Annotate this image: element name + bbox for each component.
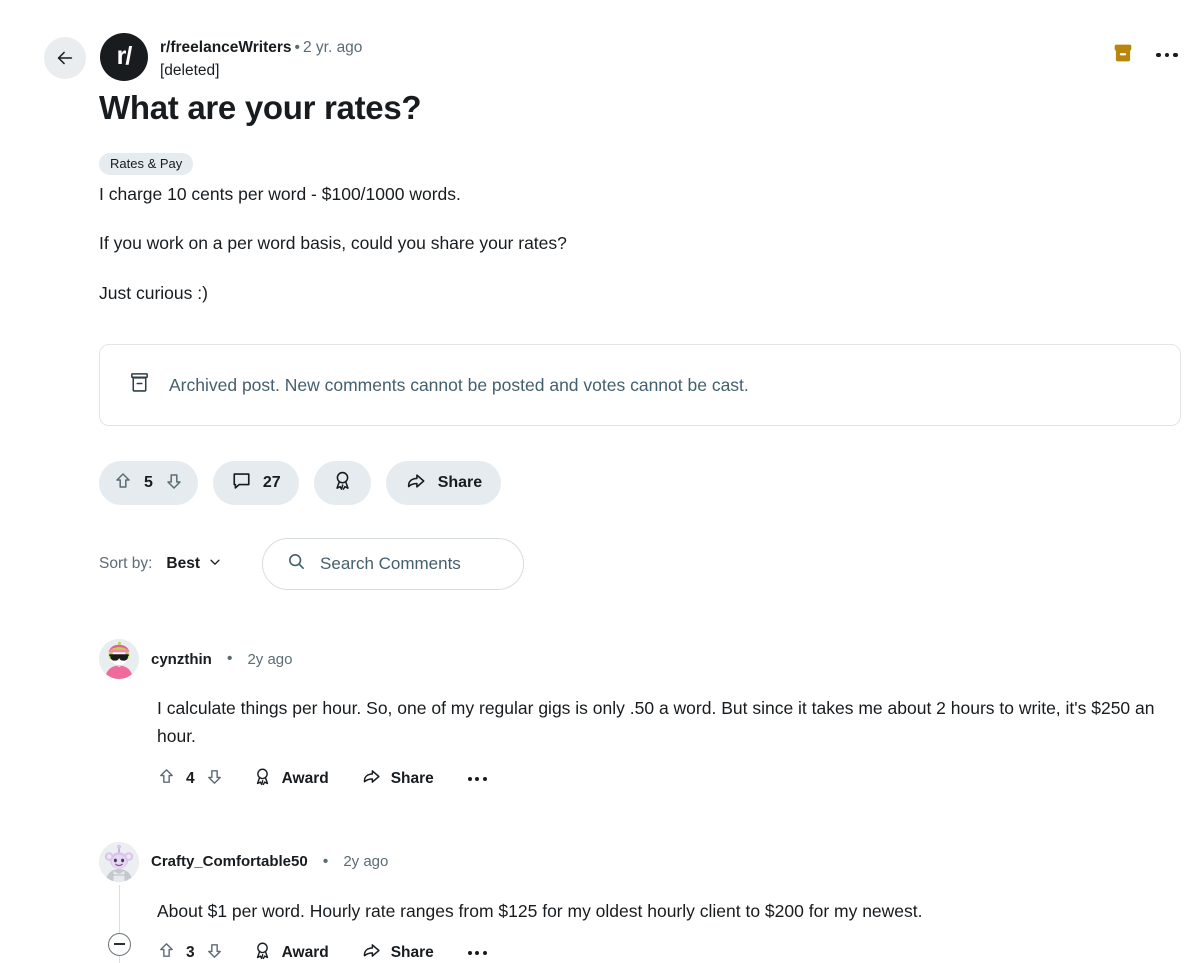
share-arrow-icon xyxy=(361,940,382,963)
sort-by-label: Sort by: xyxy=(99,555,153,572)
award-button[interactable] xyxy=(313,461,371,505)
comment-count: 27 xyxy=(262,474,281,491)
comment-award-button[interactable]: Award xyxy=(252,940,329,963)
snoo-avatar-green-hair xyxy=(99,639,139,679)
post-body: I charge 10 cents per word - $100/1000 w… xyxy=(99,181,1159,306)
search-icon xyxy=(287,552,306,576)
comment-author[interactable]: Crafty_Comfortable50 xyxy=(151,853,308,870)
reddit-post-page: r/ r/freelanceWriters • 2 yr. ago [deleted… xyxy=(0,0,1200,963)
comment-share-label: Share xyxy=(390,769,434,787)
comment-author[interactable]: cynzthin xyxy=(151,651,212,668)
share-label: Share xyxy=(437,474,483,491)
upvote-button[interactable] xyxy=(157,941,176,963)
upvote-arrow-icon xyxy=(157,943,176,963)
comment-award-label: Award xyxy=(281,944,329,962)
subreddit-avatar[interactable]: r/ xyxy=(100,33,148,81)
comment-body: I calculate things per hour. So, one of … xyxy=(157,698,1155,747)
collapse-minus-icon xyxy=(114,943,125,945)
post-timestamp: 2 yr. ago xyxy=(302,39,363,56)
comment-vote-group: 4 xyxy=(157,767,224,791)
post-header: r/ r/freelanceWriters • 2 yr. ago [deleted… xyxy=(44,32,1180,88)
avatar[interactable] xyxy=(99,639,139,679)
comment-timestamp: 2y ago xyxy=(247,650,293,668)
comment-meta-separator: • xyxy=(322,852,329,870)
comment-share-button[interactable]: Share xyxy=(361,940,434,963)
share-button[interactable]: Share xyxy=(385,461,502,505)
more-options-icon xyxy=(1156,52,1178,58)
comment-more-options-button[interactable] xyxy=(467,776,487,781)
back-button[interactable] xyxy=(44,37,86,79)
comment-item: cynzthin • 2y ago I calculate things per… xyxy=(99,636,1181,801)
search-comments-placeholder: Search Comments xyxy=(320,554,461,573)
sort-by-dropdown[interactable]: Best xyxy=(166,555,222,574)
comment-action-bar: 4 Award Share xyxy=(157,757,1181,801)
post-flair-tag[interactable]: Rates & Pay xyxy=(99,153,194,175)
archive-box-icon xyxy=(128,371,151,399)
comments-list: cynzthin • 2y ago I calculate things per… xyxy=(99,636,1181,963)
post-vote-group: 5 xyxy=(99,461,198,505)
comment-action-bar: 3 Award Share xyxy=(157,931,1181,963)
downvote-arrow-icon xyxy=(205,944,224,963)
post-paragraph: If you work on a per word basis, could y… xyxy=(99,233,567,254)
comment-vote-group: 3 xyxy=(157,941,224,963)
subreddit-link[interactable]: r/freelanceWriters xyxy=(160,39,292,56)
share-arrow-icon xyxy=(405,470,427,497)
comments-button[interactable]: 27 xyxy=(212,461,299,505)
comment-award-button[interactable]: Award xyxy=(252,766,329,792)
upvote-button[interactable] xyxy=(157,767,176,791)
comment-score: 3 xyxy=(186,944,195,962)
meta-separator: • xyxy=(294,39,300,56)
downvote-arrow-icon xyxy=(164,471,184,496)
downvote-button[interactable] xyxy=(205,767,224,791)
comment-header: Crafty_Comfortable50 • 2y ago xyxy=(99,839,1181,885)
comment-sort-bar: Sort by: Best Search Comments xyxy=(99,538,525,590)
comment-item: Crafty_Comfortable50 • 2y ago About $1 p… xyxy=(99,839,1181,963)
subreddit-avatar-label: r/ xyxy=(116,41,133,70)
comment-header: cynzthin • 2y ago xyxy=(99,636,1181,682)
comment-more-options-button[interactable] xyxy=(467,951,487,956)
post-score: 5 xyxy=(144,474,153,491)
chevron-down-icon xyxy=(208,555,222,574)
search-comments-field[interactable]: Search Comments xyxy=(262,538,525,590)
archived-post-notice: Archived post. New comments cannot be po… xyxy=(99,344,1181,426)
header-actions xyxy=(1110,42,1180,68)
post-author: [deleted] xyxy=(160,62,220,80)
share-arrow-icon xyxy=(361,766,382,792)
more-options-icon xyxy=(467,951,487,956)
award-medal-icon xyxy=(252,766,273,792)
downvote-button[interactable] xyxy=(205,941,224,963)
archive-box-icon xyxy=(1113,43,1133,68)
comment-score: 4 xyxy=(186,769,195,787)
post-title: What are your rates? xyxy=(99,89,422,126)
upvote-button[interactable] xyxy=(113,471,133,496)
post-paragraph: Just curious :) xyxy=(99,282,208,303)
upvote-arrow-icon xyxy=(113,471,133,496)
award-medal-icon xyxy=(252,940,273,963)
comment-share-button[interactable]: Share xyxy=(361,766,434,792)
more-options-icon xyxy=(467,776,487,781)
award-medal-icon xyxy=(331,469,354,497)
comment-body: About $1 per word. Hourly rate ranges fr… xyxy=(157,900,923,921)
avatar[interactable] xyxy=(99,841,139,882)
downvote-button[interactable] xyxy=(164,471,184,496)
comment-timestamp: 2y ago xyxy=(343,853,389,871)
archive-indicator-button[interactable] xyxy=(1110,42,1136,68)
post-paragraph: I charge 10 cents per word - $100/1000 w… xyxy=(99,184,461,204)
comment-collapse-button[interactable] xyxy=(108,932,131,956)
sort-by-value: Best xyxy=(166,555,201,572)
archived-post-text: Archived post. New comments cannot be po… xyxy=(169,374,749,395)
upvote-arrow-icon xyxy=(157,768,176,790)
comment-meta-separator: • xyxy=(226,650,233,667)
comment-bubble-icon xyxy=(231,470,252,496)
post-meta: r/freelanceWriters • 2 yr. ago [deleted] xyxy=(160,37,362,82)
downvote-arrow-icon xyxy=(205,769,224,790)
comment-share-label: Share xyxy=(390,944,434,962)
post-more-options-button[interactable] xyxy=(1154,42,1180,68)
post-action-bar: 5 27 Share xyxy=(99,461,502,505)
arrow-left-icon xyxy=(54,47,76,69)
snoo-avatar-lavender xyxy=(99,841,139,882)
comment-award-label: Award xyxy=(281,769,329,787)
